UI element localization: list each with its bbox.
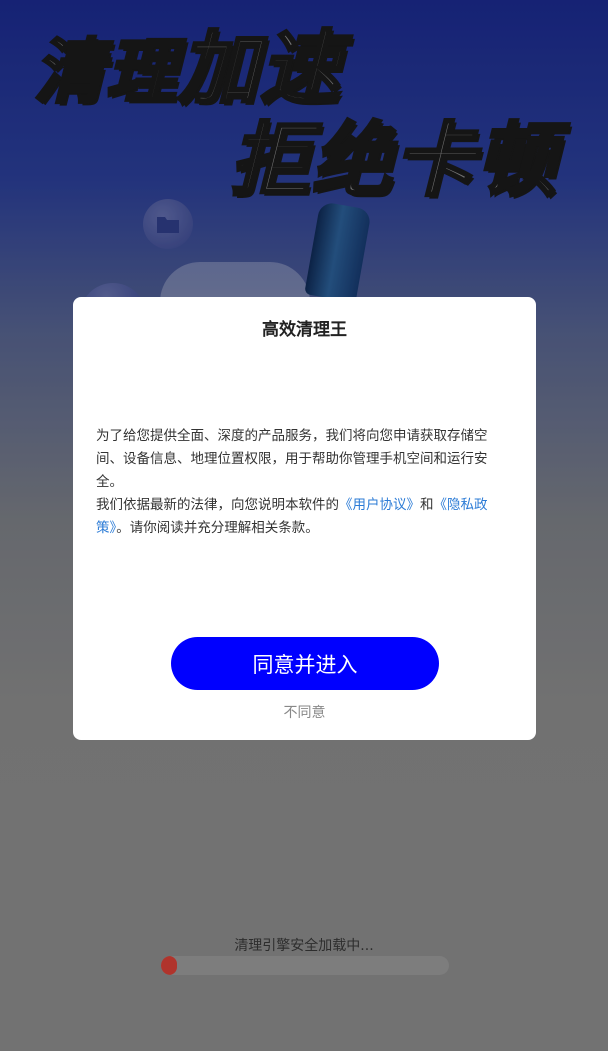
privacy-dialog: 高效清理王 为了给您提供全面、深度的产品服务，我们将向您申请获取存储空间、设备信… (73, 297, 536, 740)
dialog-title: 高效清理王 (262, 320, 347, 340)
para2-prefix: 我们依据最新的法律，向您说明本软件的 (96, 497, 339, 513)
progress-bar (161, 956, 449, 975)
para2-conjunction: 和 (420, 497, 434, 513)
loading-text: 清理引擎安全加载中... (234, 938, 374, 954)
disagree-button[interactable]: 不同意 (73, 702, 536, 722)
dialog-paragraph-1: 为了给您提供全面、深度的产品服务，我们将向您申请获取存储空间、设备信息、地理位置… (96, 428, 488, 490)
agree-button[interactable]: 同意并进入 (171, 637, 439, 690)
dialog-paragraph-2: 我们依据最新的法律，向您说明本软件的《用户协议》和《隐私政策》。请你阅读并充分理… (96, 494, 508, 540)
progress-fill (161, 956, 177, 975)
para2-suffix: 。请你阅读并充分理解相关条款。 (116, 520, 319, 536)
user-agreement-link[interactable]: 《用户协议》 (339, 497, 420, 513)
dialog-body: 为了给您提供全面、深度的产品服务，我们将向您申请获取存储空间、设备信息、地理位置… (96, 425, 508, 540)
